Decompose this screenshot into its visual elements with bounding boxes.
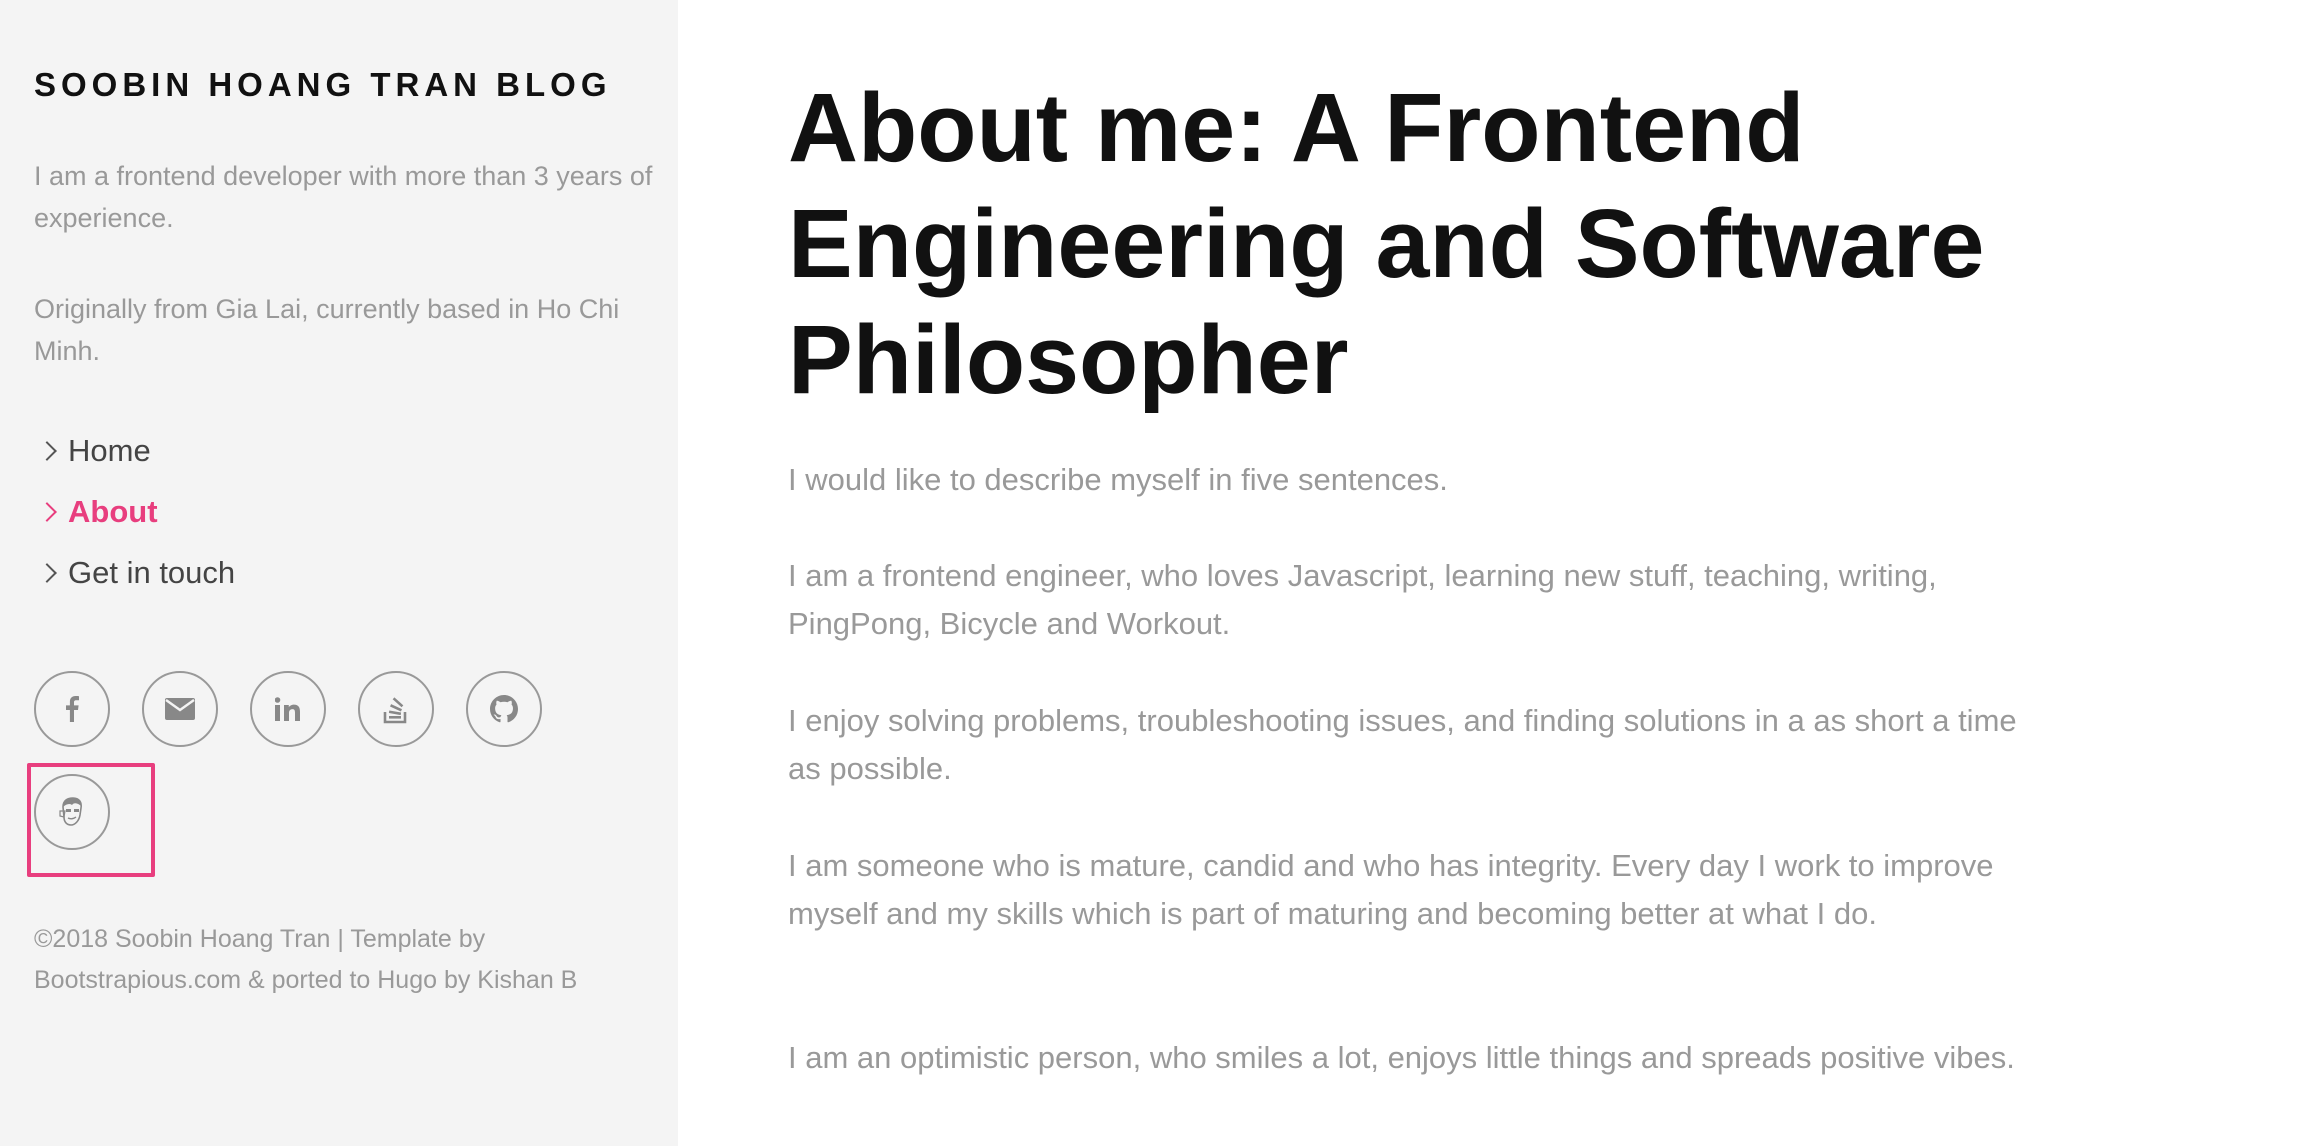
paragraph: I enjoy solving problems, troubleshootin… <box>788 703 2017 786</box>
nav-item-home[interactable]: Home <box>34 420 235 481</box>
footer-text: ©2018 Soobin Hoang Tran | Template by Bo… <box>34 925 578 994</box>
location-text: Originally from Gia Lai, currently based… <box>34 294 620 366</box>
nav-item-label: Get in touch <box>68 554 236 590</box>
paragraph: I am a frontend engineer, who loves Java… <box>788 558 1937 641</box>
avatar-icon <box>59 797 82 826</box>
linkedin-link[interactable] <box>250 671 326 747</box>
nav-item-label: About <box>68 493 158 529</box>
nav-item-label: Home <box>68 432 151 468</box>
paragraph: I am someone who is mature, candid and w… <box>788 848 1994 931</box>
stackoverflow-link[interactable] <box>358 671 434 747</box>
email-link[interactable] <box>142 671 218 747</box>
linkedin-icon <box>275 697 300 721</box>
chevron-right-icon <box>37 562 57 583</box>
sidebar-nav: Home About Get in touch <box>34 420 235 603</box>
github-link[interactable] <box>466 671 542 747</box>
site-title[interactable]: SOOBIN HOANG TRAN BLOG <box>34 66 612 104</box>
chevron-right-icon <box>37 440 57 461</box>
chevron-right-icon <box>37 501 57 522</box>
sidebar: SOOBIN HOANG TRAN BLOG I am a frontend d… <box>0 0 678 1146</box>
email-icon <box>165 698 195 720</box>
paragraph: I would like to describe myself in five … <box>788 462 1448 497</box>
avatar-link[interactable] <box>34 774 110 850</box>
github-icon <box>490 695 518 723</box>
facebook-icon <box>66 696 79 722</box>
facebook-link[interactable] <box>34 671 110 747</box>
page-title: About me: A Frontend Engineering and Sof… <box>788 73 1985 414</box>
stackoverflow-icon <box>383 697 407 724</box>
paragraph: I am an optimistic person, who smiles a … <box>788 1040 2015 1075</box>
nav-item-about[interactable]: About <box>34 481 235 542</box>
nav-item-get-in-touch[interactable]: Get in touch <box>34 542 235 603</box>
intro-text: I am a frontend developer with more than… <box>34 161 653 233</box>
